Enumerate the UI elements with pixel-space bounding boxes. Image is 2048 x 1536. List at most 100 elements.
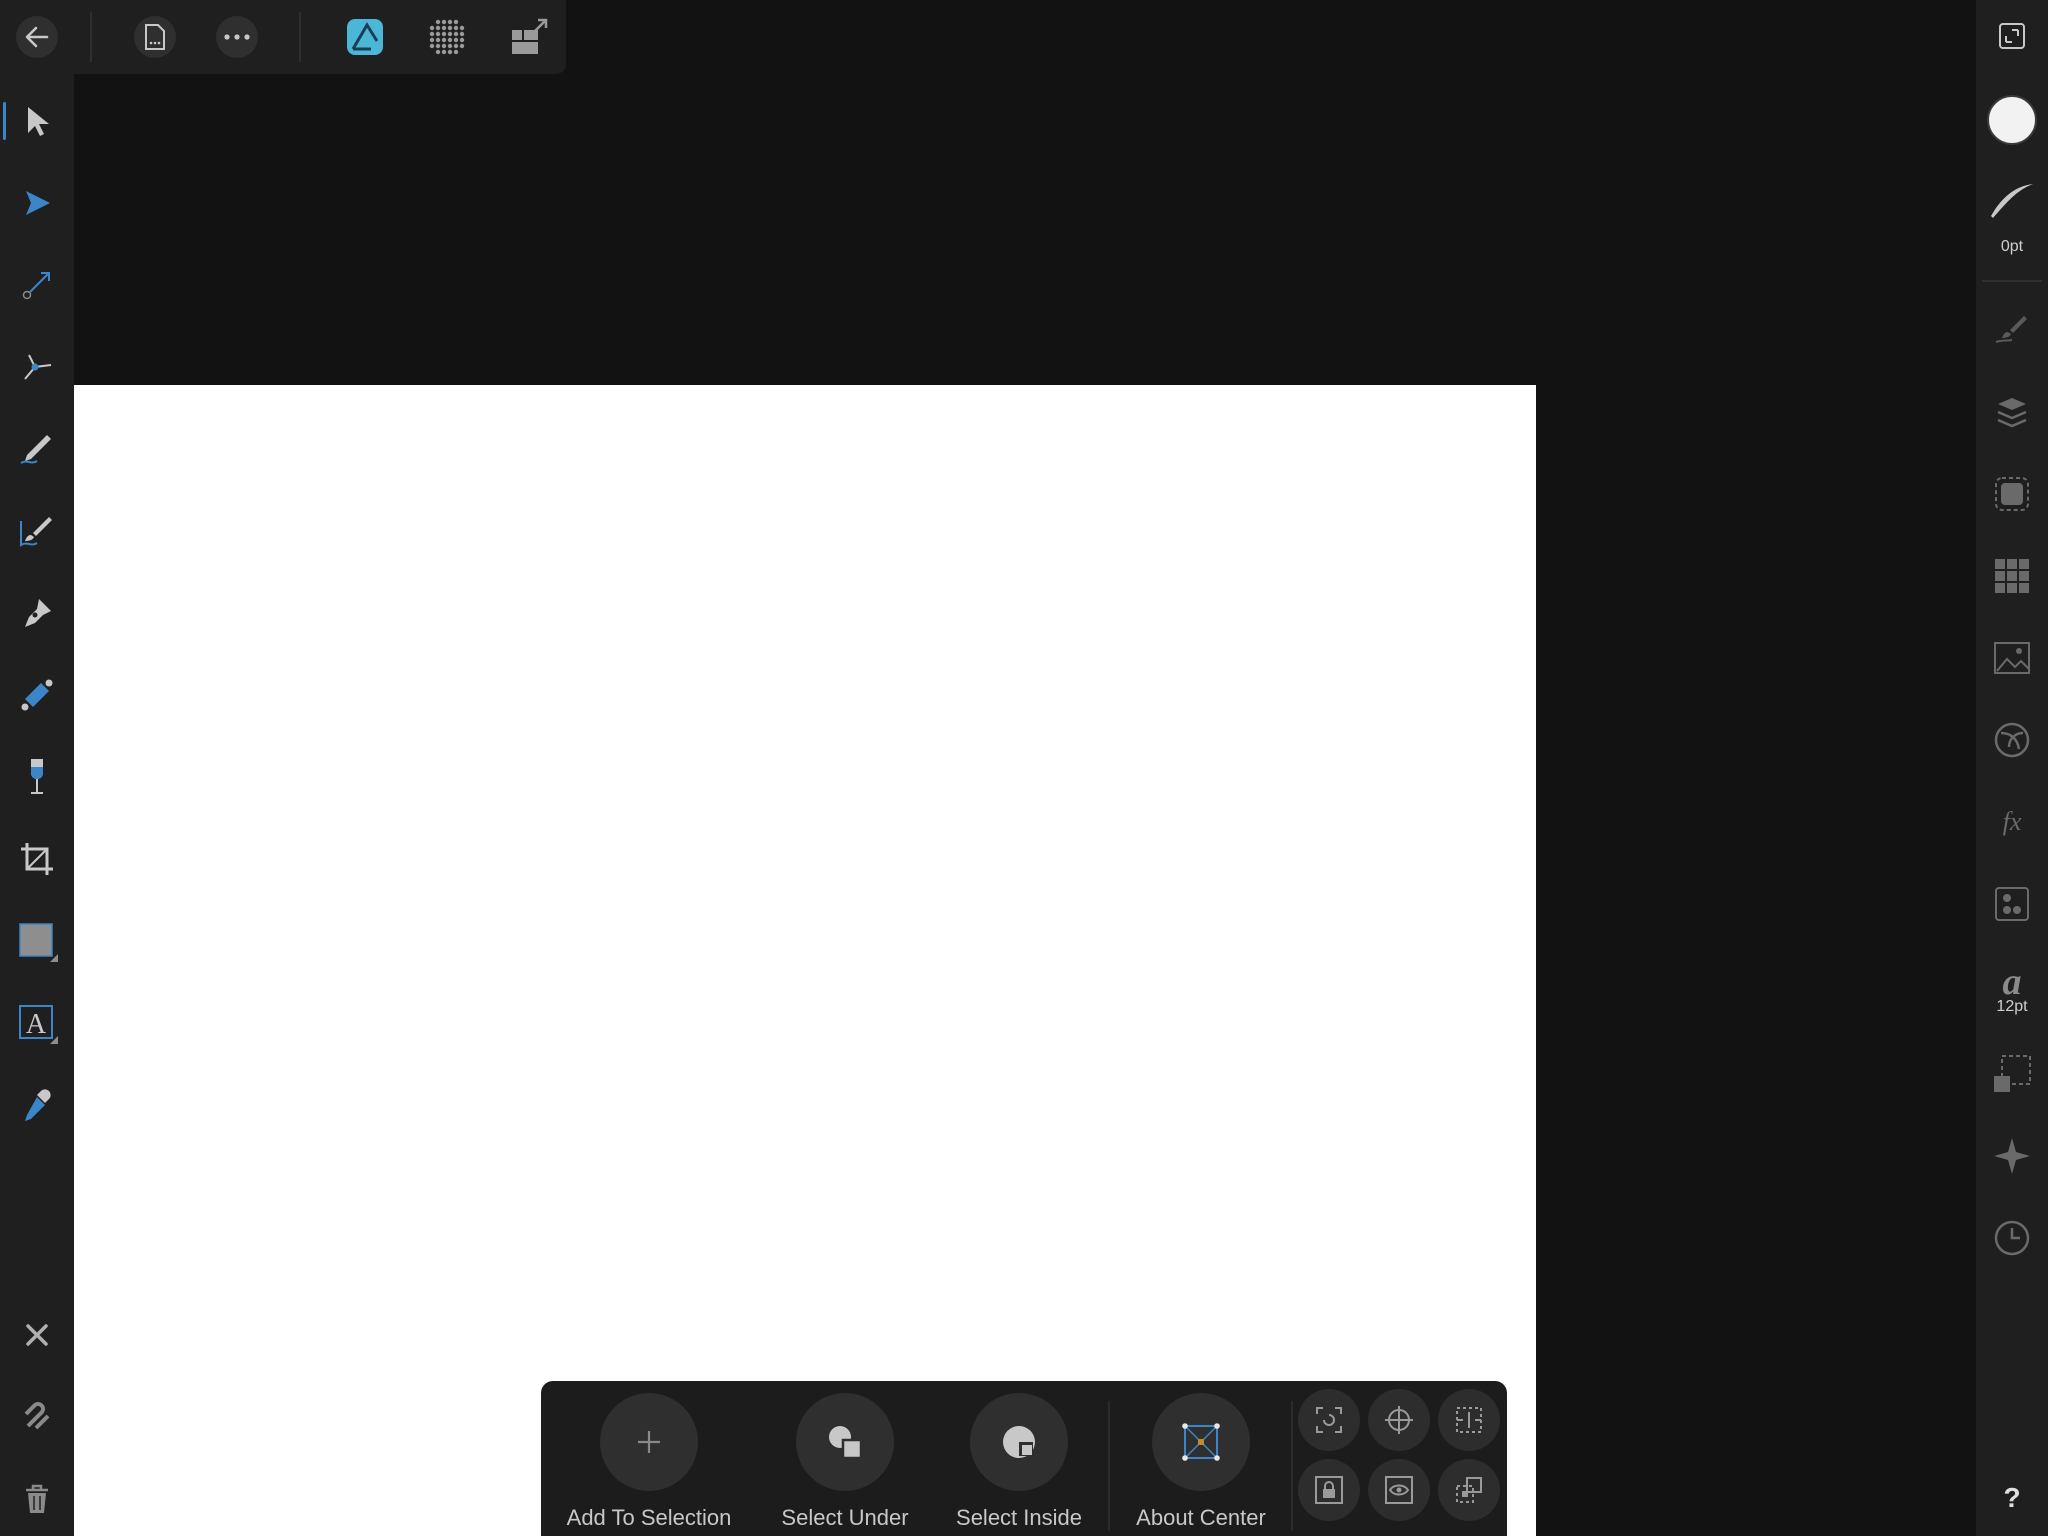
corner-tool[interactable]	[10, 258, 64, 312]
history-button[interactable]	[1984, 1210, 2040, 1266]
transform-icon	[1994, 1055, 2031, 1092]
distribute-icon	[1456, 1407, 1482, 1433]
brushes-button[interactable]	[1984, 300, 2040, 356]
stroke-icon	[1991, 184, 2033, 218]
export-persona-button[interactable]	[508, 16, 550, 58]
trash-icon	[26, 1484, 48, 1513]
swatches-button[interactable]	[1984, 548, 2040, 604]
rectangle-icon	[19, 923, 58, 962]
fill-tool[interactable]	[10, 668, 64, 722]
history-icon	[1994, 1220, 2030, 1256]
text-tool[interactable]: A	[10, 996, 64, 1050]
ellipsis-icon	[224, 34, 250, 40]
designer-persona-icon	[347, 19, 383, 55]
node-tool[interactable]	[10, 176, 64, 230]
navigator-icon	[1994, 1138, 2030, 1174]
studio-divider	[1982, 280, 2042, 282]
stroke-button[interactable]	[1984, 172, 2040, 228]
image-icon	[1994, 642, 2030, 674]
close-button[interactable]	[10, 1308, 64, 1362]
transparency-icon	[31, 759, 43, 794]
snapping-button[interactable]	[10, 1390, 64, 1444]
font-size-label: 12pt	[1996, 998, 2028, 1015]
context-divider	[1108, 1401, 1110, 1531]
crop-tool[interactable]	[10, 832, 64, 886]
crosshair-icon	[1385, 1406, 1413, 1434]
point-transform-tool[interactable]	[10, 340, 64, 394]
eye-frame-icon	[1385, 1476, 1413, 1504]
node-arrow-icon	[26, 191, 50, 215]
pixel-persona-button[interactable]	[426, 16, 468, 58]
styles-icon	[1995, 887, 2029, 921]
preview-button[interactable]	[1368, 1459, 1430, 1521]
arrow-left-icon	[25, 26, 49, 48]
select-under-icon	[829, 1426, 863, 1460]
transform-origin-button[interactable]	[1368, 1389, 1430, 1451]
snap-selection-icon	[1316, 1407, 1342, 1433]
context-toolbar: Add To Selection Select Under Select Ins…	[541, 1381, 1507, 1536]
document-icon	[145, 24, 165, 50]
more-button[interactable]	[216, 16, 258, 58]
designer-persona-button[interactable]	[344, 16, 386, 58]
rectangle-tool[interactable]	[10, 914, 64, 968]
vector-brush-icon	[20, 517, 52, 547]
brushes-icon	[1995, 316, 2027, 343]
image-button[interactable]	[1984, 630, 2040, 686]
close-icon	[26, 1324, 48, 1346]
snap-to-selection-button[interactable]	[1298, 1389, 1360, 1451]
fill-tool-icon	[21, 679, 53, 711]
selection-button[interactable]	[1984, 466, 2040, 522]
about-center-button[interactable]: About Center	[1121, 1393, 1281, 1531]
fx-button[interactable]: fx	[1984, 794, 2040, 850]
arrange-icon	[1456, 1477, 1482, 1503]
toolbar-divider	[299, 12, 301, 62]
selection-icon	[1995, 477, 2029, 511]
add-to-selection-button[interactable]: Add To Selection	[551, 1393, 747, 1531]
add-to-selection-label: Add To Selection	[566, 1505, 732, 1530]
select-inside-button[interactable]: Select Inside	[939, 1393, 1099, 1531]
select-inside-circle	[970, 1393, 1068, 1491]
lock-frame-icon	[1315, 1476, 1343, 1504]
color-picker-tool[interactable]	[10, 1078, 64, 1132]
transform-button[interactable]	[1984, 1046, 2040, 1102]
pen-nib-icon	[25, 599, 51, 627]
layers-button[interactable]	[1984, 384, 2040, 440]
appearance-button[interactable]	[1984, 712, 2040, 768]
studio-panel: 0pt fx a 12pt ?	[1976, 0, 2048, 1536]
distribute-button[interactable]	[1438, 1389, 1500, 1451]
about-center-icon	[1182, 1423, 1220, 1461]
pencil-tool[interactable]	[10, 422, 64, 476]
transparency-tool[interactable]	[10, 750, 64, 804]
back-button[interactable]	[16, 16, 58, 58]
text-icon: a	[2003, 961, 2022, 1000]
vector-brush-tool[interactable]	[10, 504, 64, 558]
help-button[interactable]: ?	[1984, 1470, 2040, 1526]
export-persona-icon	[512, 18, 548, 54]
point-transform-icon	[24, 354, 52, 380]
context-divider	[1291, 1401, 1293, 1531]
delete-button[interactable]	[10, 1472, 64, 1526]
navigator-button[interactable]	[1984, 1128, 2040, 1184]
fx-icon: fx	[2003, 807, 2022, 836]
fill-color-button[interactable]	[1984, 92, 2040, 148]
svg-text:a: a	[2003, 961, 2022, 1000]
select-inside-label: Select Inside	[956, 1505, 1082, 1530]
fullscreen-icon	[1999, 23, 2025, 49]
document-page[interactable]	[74, 385, 1536, 1536]
lock-children-button[interactable]	[1298, 1459, 1360, 1521]
svg-text:fx: fx	[2003, 807, 2022, 836]
pen-tool[interactable]	[10, 586, 64, 640]
stroke-width-label: 0pt	[2000, 238, 2024, 255]
document-menu-button[interactable]	[134, 16, 176, 58]
select-under-button[interactable]: Select Under	[765, 1393, 925, 1531]
layers-icon	[1997, 398, 2027, 428]
tools-panel: A	[0, 74, 74, 1536]
styles-button[interactable]	[1984, 876, 2040, 932]
toolbar-divider	[90, 12, 92, 62]
move-tool[interactable]	[3, 94, 64, 148]
crop-icon	[21, 843, 53, 875]
help-icon: ?	[2003, 1482, 2021, 1513]
arrange-button[interactable]	[1438, 1459, 1500, 1521]
about-center-label: About Center	[1136, 1505, 1266, 1530]
fullscreen-button[interactable]	[1984, 8, 2040, 64]
